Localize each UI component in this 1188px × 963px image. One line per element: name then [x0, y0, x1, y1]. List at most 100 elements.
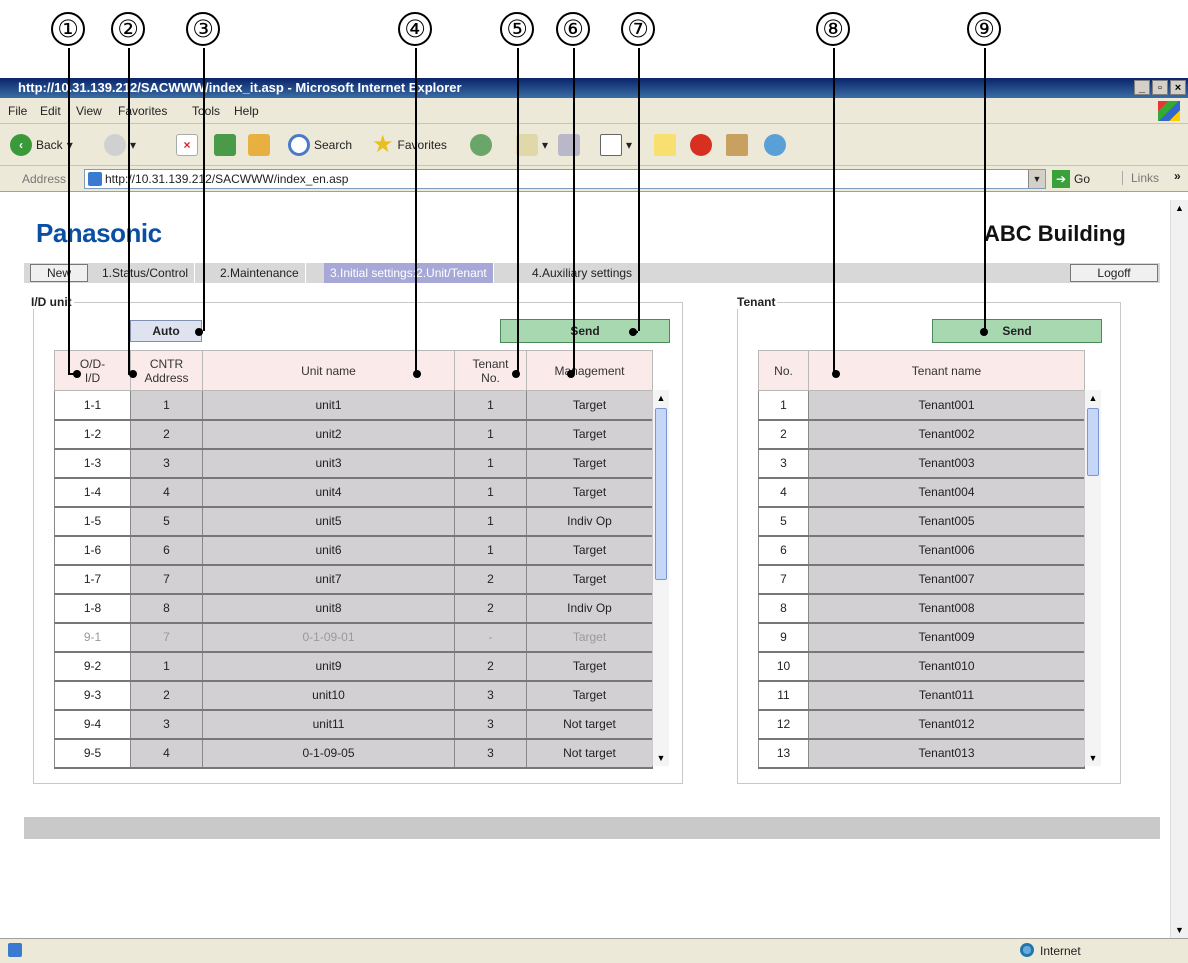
cntr-address-cell[interactable]: 2: [130, 680, 203, 711]
idunit-scrollbar[interactable]: ▲ ▼: [652, 390, 669, 766]
edit-button[interactable]: ▾: [600, 134, 632, 156]
management-cell[interactable]: Target: [526, 680, 653, 711]
unit-name-cell[interactable]: unit11: [202, 709, 455, 740]
tenant-scrollbar[interactable]: ▲ ▼: [1084, 390, 1101, 766]
tenant-name-cell[interactable]: Tenant008: [808, 593, 1085, 624]
address-input[interactable]: http://10.31.139.212/SACWWW/index_en.asp…: [84, 169, 1046, 189]
unit-name-cell[interactable]: unit6: [202, 535, 455, 566]
stop-button[interactable]: ×: [176, 134, 198, 156]
unit-name-cell[interactable]: unit5: [202, 506, 455, 537]
management-cell[interactable]: Target: [526, 448, 653, 479]
tab-status-control[interactable]: 1.Status/Control: [96, 263, 196, 283]
maximize-button[interactable]: ▫: [1152, 80, 1168, 95]
minimize-button[interactable]: _: [1134, 80, 1150, 95]
new-button[interactable]: New: [30, 264, 88, 282]
idunit-send-button[interactable]: Send: [500, 319, 670, 343]
table-row[interactable]: 1-1 1 unit1 1 Target: [54, 390, 653, 421]
tenant-name-cell[interactable]: Tenant009: [808, 622, 1085, 653]
table-row[interactable]: 9-2 1 unit9 2 Target: [54, 651, 653, 682]
home-button[interactable]: [248, 134, 270, 156]
cntr-address-cell[interactable]: 1: [130, 390, 203, 421]
management-cell[interactable]: Not target: [526, 738, 653, 769]
tenant-no-cell[interactable]: 3: [454, 709, 527, 740]
cntr-address-cell[interactable]: 4: [130, 477, 203, 508]
management-cell[interactable]: Indiv Op: [526, 506, 653, 537]
scroll-down-icon[interactable]: ▼: [1171, 922, 1188, 938]
links-label[interactable]: Links: [1122, 171, 1159, 185]
tenant-no-cell[interactable]: 1: [454, 477, 527, 508]
tab-auxiliary-settings[interactable]: 4.Auxiliary settings: [526, 263, 640, 283]
tenant-no-cell[interactable]: 1: [454, 535, 527, 566]
table-row[interactable]: 1-4 4 unit4 1 Target: [54, 477, 653, 508]
tenant-no-cell[interactable]: 2: [454, 651, 527, 682]
tenant-name-cell[interactable]: Tenant002: [808, 419, 1085, 450]
tab-initial-settings[interactable]: 3.Initial settings:2.Unit/Tenant: [324, 263, 494, 283]
tenant-name-cell[interactable]: Tenant005: [808, 506, 1085, 537]
forward-button[interactable]: ▾: [104, 134, 136, 156]
address-dropdown-icon[interactable]: ▼: [1028, 170, 1045, 188]
tenant-no-cell[interactable]: 3: [454, 680, 527, 711]
menu-tools[interactable]: Tools: [192, 104, 220, 118]
tenant-send-button[interactable]: Send: [932, 319, 1102, 343]
tenant-no-cell[interactable]: 2: [454, 593, 527, 624]
unit-name-cell[interactable]: unit4: [202, 477, 455, 508]
management-cell[interactable]: Indiv Op: [526, 593, 653, 624]
table-row[interactable]: 8 Tenant008: [758, 593, 1085, 624]
unit-name-cell[interactable]: 0-1-09-01: [202, 622, 455, 653]
scroll-thumb[interactable]: [1087, 408, 1099, 476]
search-button[interactable]: Search: [288, 134, 352, 156]
table-row[interactable]: 9-4 3 unit11 3 Not target: [54, 709, 653, 740]
scroll-up-icon[interactable]: ▲: [1171, 200, 1188, 216]
table-row[interactable]: 3 Tenant003: [758, 448, 1085, 479]
tenant-name-cell[interactable]: Tenant010: [808, 651, 1085, 682]
management-cell[interactable]: Target: [526, 419, 653, 450]
scroll-thumb[interactable]: [655, 408, 667, 580]
table-row[interactable]: 5 Tenant005: [758, 506, 1085, 537]
mail-button[interactable]: ▾: [516, 134, 548, 156]
cntr-address-cell[interactable]: 3: [130, 709, 203, 740]
close-button[interactable]: ×: [1170, 80, 1186, 95]
tenant-name-cell[interactable]: Tenant003: [808, 448, 1085, 479]
tenant-name-cell[interactable]: Tenant012: [808, 709, 1085, 740]
cntr-address-cell[interactable]: 3: [130, 448, 203, 479]
table-row[interactable]: 1-2 2 unit2 1 Target: [54, 419, 653, 450]
menu-help[interactable]: Help: [234, 104, 259, 118]
logoff-button[interactable]: Logoff: [1070, 264, 1158, 282]
table-row[interactable]: 2 Tenant002: [758, 419, 1085, 450]
cntr-address-cell[interactable]: 6: [130, 535, 203, 566]
table-row[interactable]: 1-3 3 unit3 1 Target: [54, 448, 653, 479]
tenant-name-cell[interactable]: Tenant011: [808, 680, 1085, 711]
menu-file[interactable]: File: [8, 104, 27, 118]
management-cell[interactable]: Not target: [526, 709, 653, 740]
cntr-address-cell[interactable]: 7: [130, 564, 203, 595]
table-row[interactable]: 6 Tenant006: [758, 535, 1085, 566]
scroll-up-icon[interactable]: ▲: [1085, 390, 1101, 406]
tenant-no-cell[interactable]: 3: [454, 738, 527, 769]
table-row[interactable]: 1-5 5 unit5 1 Indiv Op: [54, 506, 653, 537]
scroll-down-icon[interactable]: ▼: [1085, 750, 1101, 766]
unit-name-cell[interactable]: unit7: [202, 564, 455, 595]
menu-edit[interactable]: Edit: [40, 104, 61, 118]
power-button[interactable]: [690, 134, 712, 156]
auto-button[interactable]: Auto: [130, 320, 202, 342]
table-row[interactable]: 12 Tenant012: [758, 709, 1085, 740]
table-row[interactable]: 1-7 7 unit7 2 Target: [54, 564, 653, 595]
cntr-address-cell[interactable]: 7: [130, 622, 203, 653]
management-cell[interactable]: Target: [526, 535, 653, 566]
table-row[interactable]: 13 Tenant013: [758, 738, 1085, 769]
cntr-address-cell[interactable]: 8: [130, 593, 203, 624]
tenant-name-cell[interactable]: Tenant007: [808, 564, 1085, 595]
tenant-name-cell[interactable]: Tenant001: [808, 390, 1085, 421]
scroll-up-icon[interactable]: ▲: [653, 390, 669, 406]
tenant-no-cell[interactable]: 1: [454, 448, 527, 479]
unit-name-cell[interactable]: 0-1-09-05: [202, 738, 455, 769]
unit-name-cell[interactable]: unit9: [202, 651, 455, 682]
table-row[interactable]: 9-5 4 0-1-09-05 3 Not target: [54, 738, 653, 769]
table-row[interactable]: 10 Tenant010: [758, 651, 1085, 682]
unit-name-cell[interactable]: unit8: [202, 593, 455, 624]
management-cell[interactable]: Target: [526, 651, 653, 682]
page-scrollbar[interactable]: ▲ ▼: [1170, 200, 1188, 938]
table-row[interactable]: 1 Tenant001: [758, 390, 1085, 421]
tenant-no-cell[interactable]: -: [454, 622, 527, 653]
tenant-no-cell[interactable]: 2: [454, 564, 527, 595]
